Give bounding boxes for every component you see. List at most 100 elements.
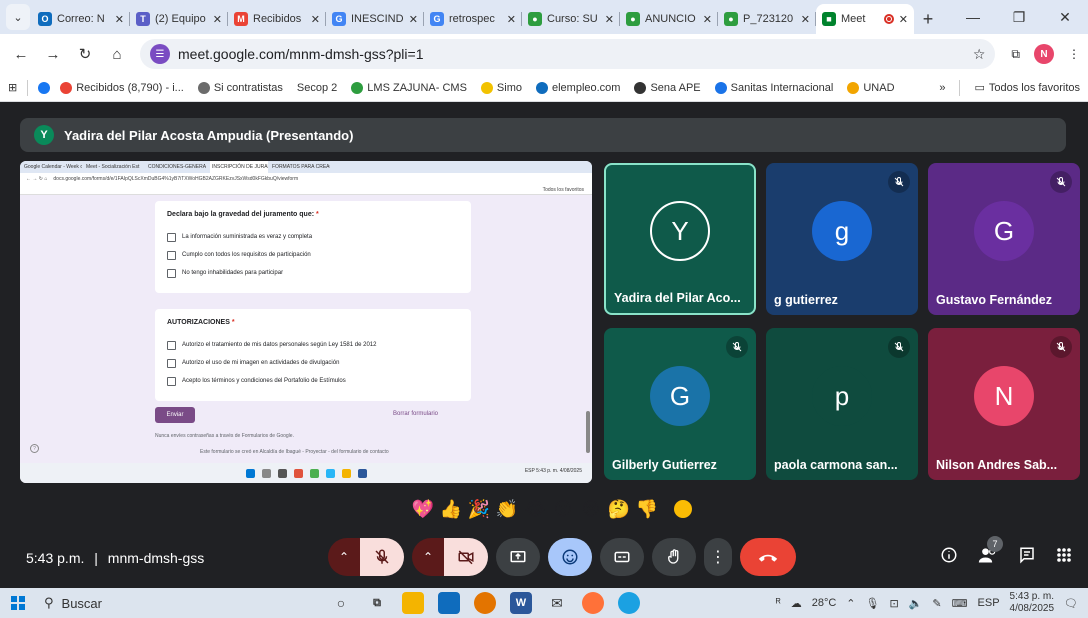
tab-search-button[interactable]: ⌄ (6, 4, 30, 30)
bookmark-item[interactable]: Si contratistas (197, 81, 283, 94)
bookmark-item[interactable]: Simo (480, 81, 522, 94)
forward-icon[interactable]: → (40, 41, 66, 67)
browser-tab[interactable]: ● ANUNCIO ✕ (620, 4, 718, 34)
browser-tab[interactable]: ● Curso: SU ✕ (522, 4, 620, 34)
weather-icon[interactable]: ☁ (791, 597, 802, 610)
close-tab-icon[interactable]: ✕ (507, 13, 516, 26)
chrome-icon[interactable] (474, 592, 496, 614)
camera-options-chevron-icon[interactable]: ⌃ (412, 538, 444, 576)
home-icon[interactable]: ⌂ (104, 41, 130, 67)
reaction-emoji[interactable]: 😢 (580, 498, 602, 520)
bookmark-item[interactable]: Recibidos (8,790) - i... (60, 81, 184, 94)
language-indicator[interactable]: ESP (978, 597, 1000, 609)
maximize-button[interactable]: ❐ (996, 0, 1042, 34)
browser-tab[interactable]: Gretrospec ✕ (424, 4, 522, 34)
microphone-tray-icon[interactable]: 🎙 (866, 597, 880, 610)
presenter-bar: Y Yadira del Pilar Acosta Ampudia (Prese… (20, 118, 1066, 152)
store-icon[interactable] (438, 592, 460, 614)
bookmark-item[interactable]: Sanitas Internacional (714, 81, 833, 94)
reaction-emoji[interactable]: 👏 (496, 498, 518, 520)
address-bar[interactable]: ☰ meet.google.com/mnm-dmsh-gss?pli=1 ☆ (140, 39, 996, 69)
bookmark-item[interactable]: elempleo.com (535, 81, 620, 94)
pen-icon[interactable]: ✎ (932, 597, 941, 610)
close-tab-icon[interactable]: ✕ (801, 13, 810, 26)
word-icon[interactable]: W (510, 592, 532, 614)
reaction-emoji[interactable]: 👎 (636, 498, 658, 520)
more-bookmarks-icon[interactable]: » (939, 82, 945, 94)
browser-tab[interactable]: T (2) Equipo ✕ (130, 4, 228, 34)
leave-call-button[interactable] (740, 538, 796, 576)
participant-tile[interactable]: p paola carmona san... (766, 328, 918, 480)
mic-off-button[interactable] (360, 538, 404, 576)
participant-tile[interactable]: Y Yadira del Pilar Aco... (604, 163, 756, 315)
reload-icon[interactable]: ↻ (72, 41, 98, 67)
notifications-icon[interactable]: 🗨 (1064, 597, 1078, 610)
reaction-emoji[interactable]: 😮 (552, 498, 574, 520)
network-icon[interactable]: ⊡ (889, 597, 898, 610)
taskbar-search[interactable]: ⚲ Buscar (36, 595, 316, 611)
close-tab-icon[interactable]: ✕ (703, 13, 712, 26)
participant-tile[interactable]: g g gutierrez (766, 163, 918, 315)
participant-tile[interactable]: N Nilson Andres Sab... (928, 328, 1080, 480)
participant-tile[interactable]: G Gustavo Fernández (928, 163, 1080, 315)
browser-tab[interactable]: ● P_723120 ✕ (718, 4, 816, 34)
weather-temp[interactable]: 28°C (812, 597, 837, 609)
volume-icon[interactable]: 🔈 (909, 597, 923, 610)
minimize-button[interactable]: — (950, 0, 996, 34)
skin-tone-selector[interactable] (674, 500, 692, 518)
site-info-icon[interactable]: ☰ (150, 44, 170, 64)
captions-button[interactable] (600, 538, 644, 576)
reaction-emoji[interactable]: 🤔 (608, 498, 630, 520)
profile-avatar[interactable]: N (1034, 44, 1054, 64)
tray-overflow-icon[interactable]: ⌃ (846, 597, 855, 610)
raise-hand-button[interactable] (652, 538, 696, 576)
new-tab-button[interactable]: + (914, 4, 942, 34)
extensions-icon[interactable]: ⧉ (1011, 47, 1020, 62)
close-tab-icon[interactable]: ✕ (409, 13, 418, 26)
taskbar-clock[interactable]: 5:43 p. m. 4/08/2025 (1010, 591, 1055, 615)
people-button[interactable]: 7 (978, 536, 1003, 567)
firefox-icon[interactable] (582, 592, 604, 614)
close-tab-icon[interactable]: ✕ (213, 13, 222, 26)
people-tray-icon[interactable]: ᴿ (776, 597, 781, 609)
reaction-emoji[interactable]: 👍 (440, 498, 462, 520)
reaction-emoji[interactable]: 😂 (524, 498, 546, 520)
camera-off-button[interactable] (444, 538, 488, 576)
browser-menu-icon[interactable]: ⋮ (1068, 47, 1080, 61)
reactions-button[interactable] (548, 538, 592, 576)
present-screen-button[interactable] (496, 538, 540, 576)
all-bookmarks-folder[interactable]: ▭ Todos los favoritos (974, 81, 1080, 95)
browser-tab[interactable]: M Recibidos ✕ (228, 4, 326, 34)
apps-grid-icon[interactable]: ⊞ (8, 81, 17, 94)
mail-icon[interactable]: ✉ (546, 592, 568, 614)
more-options-button[interactable]: ⋮ (704, 538, 732, 576)
bookmark-item[interactable]: Secop 2 (297, 82, 337, 94)
participant-tile[interactable]: G Gilberly Gutierrez (604, 328, 756, 480)
bookmark-star-icon[interactable]: ☆ (973, 46, 986, 63)
browser-tab[interactable]: G INESCIND ✕ (326, 4, 424, 34)
close-tab-icon[interactable]: ✕ (605, 13, 614, 26)
close-tab-icon[interactable]: ✕ (899, 13, 908, 26)
facebook-icon[interactable] (38, 81, 51, 94)
keyboard-icon[interactable]: ⌨ (952, 597, 968, 610)
chat-button[interactable] (1018, 546, 1036, 567)
close-window-button[interactable]: ✕ (1042, 0, 1088, 34)
activities-button[interactable] (1056, 547, 1072, 566)
file-explorer-icon[interactable] (402, 592, 424, 614)
task-view-icon[interactable]: ⧉ (366, 592, 388, 614)
reaction-emoji[interactable]: 🎉 (468, 498, 490, 520)
browser-tab[interactable]: ■ Meet ✕ (816, 4, 914, 34)
cortana-icon[interactable]: ○ (330, 592, 352, 614)
close-tab-icon[interactable]: ✕ (115, 13, 124, 26)
bookmark-item[interactable]: LMS ZAJUNA- CMS (351, 81, 467, 94)
reaction-emoji[interactable]: 💖 (412, 498, 434, 520)
back-icon[interactable]: ← (8, 41, 34, 67)
meeting-details-button[interactable] (940, 546, 958, 567)
start-button[interactable] (0, 596, 36, 610)
edge-icon[interactable] (618, 592, 640, 614)
bookmark-item[interactable]: UNAD (847, 81, 895, 94)
close-tab-icon[interactable]: ✕ (311, 13, 320, 26)
browser-tab[interactable]: O Correo: N ✕ (32, 4, 130, 34)
mic-options-chevron-icon[interactable]: ⌃ (328, 538, 360, 576)
bookmark-item[interactable]: Sena APE (634, 81, 701, 94)
